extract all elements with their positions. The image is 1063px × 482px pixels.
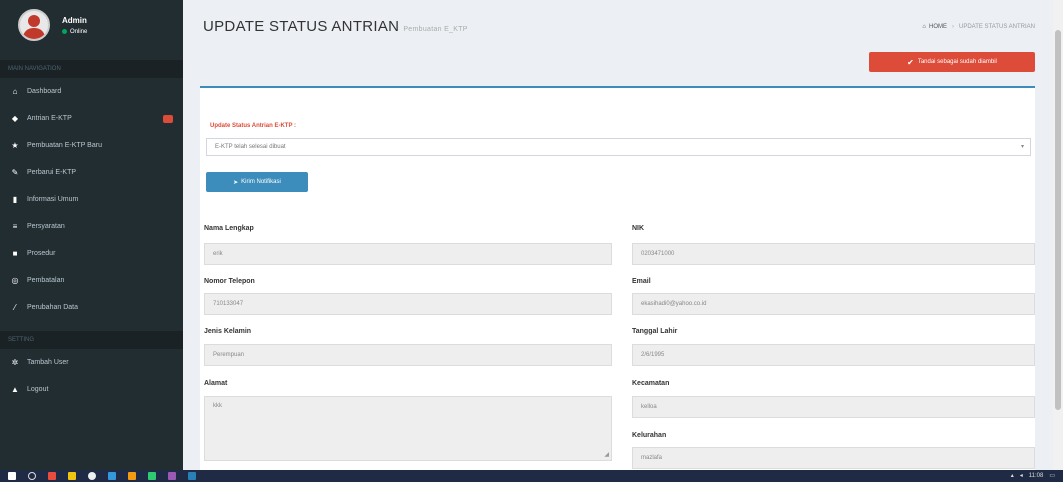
main-content: UPDATE STATUS ANTRIAN Pembuatan E_KTP ⌂ H… xyxy=(183,0,1053,470)
telepon-label: Nomor Telepon xyxy=(204,278,255,285)
taskbar: ▴ ◂ 11:08 ▭ xyxy=(0,470,1063,482)
nik-input[interactable]: 0203471000 xyxy=(632,243,1035,265)
resize-grip-icon[interactable]: ◢ xyxy=(604,451,609,458)
windows-start-icon[interactable] xyxy=(8,472,16,480)
sidebar-item-label: Persyaratan xyxy=(27,223,65,230)
flag-icon: ■ xyxy=(12,249,18,258)
sidebar-item-antrian-e-ktp[interactable]: ◆ Antrian E-KTP xyxy=(0,105,183,132)
sidebar-item-pembuatan-e-ktp-baru[interactable]: ★ Pembuatan E-KTP Baru xyxy=(0,132,183,159)
sidebar-item-label: Pembatalan xyxy=(27,277,65,284)
sidebar-item-perbarui-e-ktp[interactable]: ✎ Perbarui E-KTP xyxy=(0,159,183,186)
sidebar-item-perubahan-data[interactable]: ⁄ Perubahan Data xyxy=(0,294,183,321)
sidebar-item-logout[interactable]: ▲ Logout xyxy=(0,376,183,403)
sidebar-item-prosedur[interactable]: ■ Prosedur xyxy=(0,240,183,267)
sidebar-item-label: Dashboard xyxy=(27,88,62,95)
page-subtitle: Pembuatan E_KTP xyxy=(403,26,468,33)
home-icon: ⌂ xyxy=(922,24,926,30)
network-icon[interactable]: ▴ xyxy=(1011,472,1014,479)
nik-label: NIK xyxy=(632,225,645,232)
globe-icon: ◎ xyxy=(11,276,19,285)
user-panel: Admin Online xyxy=(0,0,183,50)
breadcrumb-current: UPDATE STATUS ANTRIAN xyxy=(958,24,1035,30)
app-icon[interactable] xyxy=(188,472,196,480)
notification-badge xyxy=(163,114,173,123)
menu-header-setting: SETTING xyxy=(0,331,183,349)
sidebar-item-label: Tambah User xyxy=(27,359,69,366)
telepon-input[interactable]: 710133047 xyxy=(204,293,612,315)
edit-icon: ⁄ xyxy=(14,303,16,312)
user-name: Admin xyxy=(62,15,87,25)
scrollbar[interactable] xyxy=(1053,0,1063,470)
status-select[interactable]: E-KTP telah selesai dibuat ▾ xyxy=(206,138,1031,156)
app-icon[interactable] xyxy=(48,472,56,480)
send-icon: ➤ xyxy=(233,179,239,186)
mark-taken-button[interactable]: ✔ Tandai sebagai sudah diambil xyxy=(869,52,1035,72)
sidebar: Admin Online MAIN NAVIGATION ⌂ Dashboard ◆… xyxy=(0,0,183,470)
sidebar-item-informasi-umum[interactable]: ▮ Informasi Umum xyxy=(0,186,183,213)
email-label: Email xyxy=(632,278,651,285)
breadcrumb-home[interactable]: HOME xyxy=(929,24,947,30)
kelurahan-label: Kelurahan xyxy=(632,432,667,439)
kecamatan-input[interactable]: kelloa xyxy=(632,396,1035,418)
sidebar-item-tambah-user[interactable]: ✲ Tambah User xyxy=(0,349,183,376)
list-icon: ≡ xyxy=(12,222,18,231)
send-notification-button[interactable]: ➤ Kirim Notifikasi xyxy=(206,172,308,192)
sidebar-item-label: Perubahan Data xyxy=(27,304,78,311)
sidebar-item-label: Antrian E-KTP xyxy=(27,115,72,122)
breadcrumb: ⌂ HOME › UPDATE STATUS ANTRIAN xyxy=(922,24,1035,30)
home-icon: ⌂ xyxy=(12,87,18,96)
nama-input[interactable]: erik xyxy=(204,243,612,265)
menu-header-main: MAIN NAVIGATION xyxy=(0,60,183,78)
app-icon[interactable] xyxy=(168,472,176,480)
lock-icon: ▲ xyxy=(11,385,19,394)
avatar xyxy=(18,9,50,41)
sidebar-item-label: Logout xyxy=(27,386,49,393)
volume-icon[interactable]: ◂ xyxy=(1020,472,1023,479)
check-icon: ✔ xyxy=(907,57,914,67)
sidebar-item-dashboard[interactable]: ⌂ Dashboard xyxy=(0,78,183,105)
book-icon: ▮ xyxy=(12,195,18,204)
pencil-icon: ✎ xyxy=(11,168,19,177)
alamat-textarea[interactable]: kkk ◢ xyxy=(204,396,612,461)
content-header: UPDATE STATUS ANTRIAN Pembuatan E_KTP ⌂ H… xyxy=(183,0,1053,48)
app-icon[interactable] xyxy=(148,472,156,480)
folder-icon[interactable] xyxy=(128,472,136,480)
kecamatan-label: Kecamatan xyxy=(632,380,670,387)
sidebar-item-label: Prosedur xyxy=(27,250,56,257)
form-box: Update Status Antrian E-KTP : E-KTP tela… xyxy=(200,86,1035,470)
email-input[interactable]: ekasihadi0@yahoo.co.id xyxy=(632,293,1035,315)
alamat-label: Alamat xyxy=(204,380,228,387)
notification-icon[interactable]: ▭ xyxy=(1049,472,1055,479)
sidebar-item-persyaratan[interactable]: ≡ Persyaratan xyxy=(0,213,183,240)
sidebar-item-pembatalan[interactable]: ◎ Pembatalan xyxy=(0,267,183,294)
search-icon[interactable] xyxy=(28,472,36,480)
scrollbar-thumb[interactable] xyxy=(1055,30,1061,410)
status-label: Update Status Antrian E-KTP : xyxy=(210,123,297,129)
gear-icon: ✲ xyxy=(11,358,19,367)
chevron-down-icon: ▾ xyxy=(1020,144,1024,150)
sidebar-item-label: Informasi Umum xyxy=(27,196,79,203)
online-dot-icon xyxy=(62,29,67,34)
sidebar-item-label: Pembuatan E-KTP Baru xyxy=(27,142,102,149)
tag-icon: ◆ xyxy=(11,114,19,123)
page-title: UPDATE STATUS ANTRIAN Pembuatan E_KTP xyxy=(203,18,468,35)
jk-label: Jenis Kelamin xyxy=(204,328,252,335)
star-icon: ★ xyxy=(11,141,19,150)
lahir-label: Tanggal Lahir xyxy=(632,328,678,335)
user-status: Online xyxy=(62,29,87,35)
nama-label: Nama Lengkap xyxy=(204,225,254,232)
system-tray: ▴ ◂ 11:08 ▭ xyxy=(1011,472,1055,480)
kelurahan-input[interactable]: mazlafa xyxy=(632,447,1035,469)
app-icon[interactable] xyxy=(68,472,76,480)
jk-input[interactable]: Perempuan xyxy=(204,344,612,366)
sidebar-item-label: Perbarui E-KTP xyxy=(27,169,77,176)
app-icon[interactable] xyxy=(108,472,116,480)
chrome-icon[interactable] xyxy=(88,472,96,480)
lahir-input[interactable]: 2/6/1995 xyxy=(632,344,1035,366)
clock[interactable]: 11:08 xyxy=(1029,473,1044,479)
